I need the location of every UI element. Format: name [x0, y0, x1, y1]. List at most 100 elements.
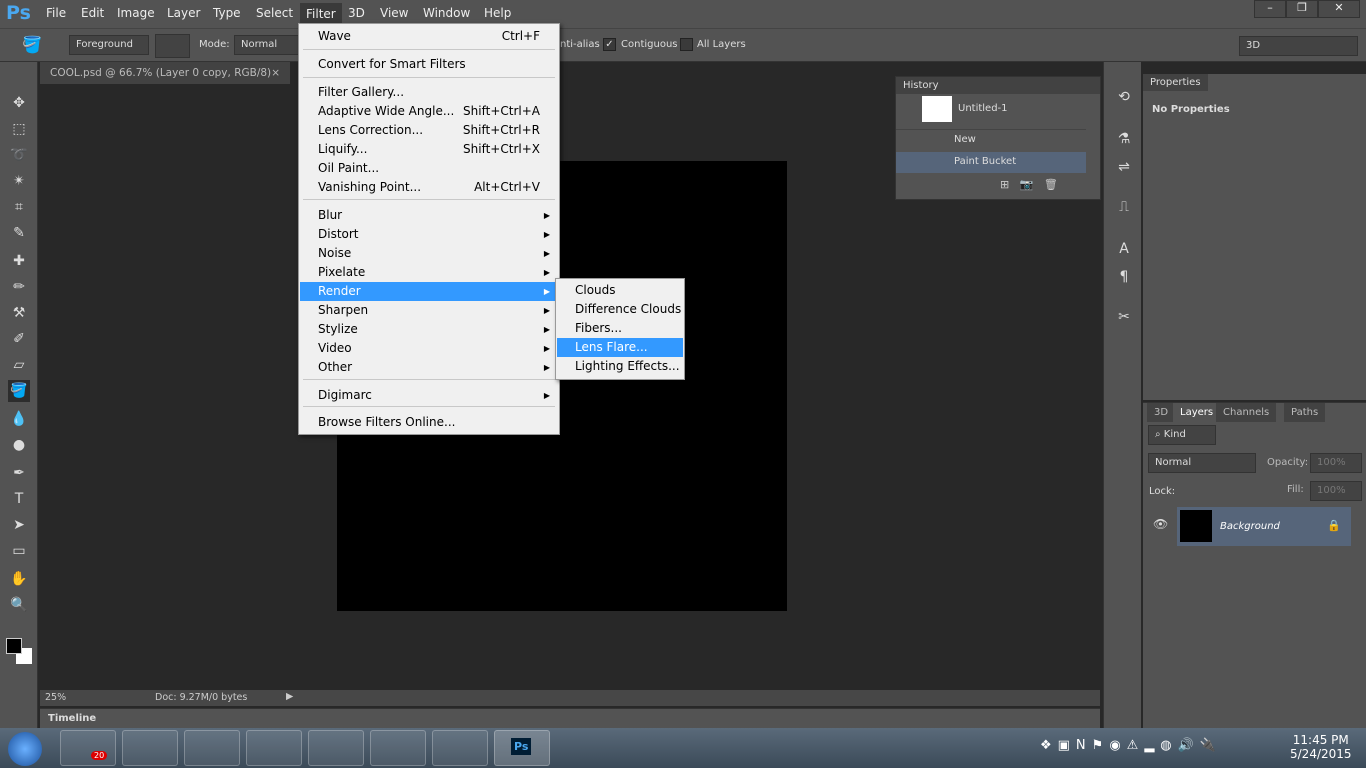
start-button[interactable] — [8, 732, 42, 766]
marquee-tool-icon[interactable]: ⬚ — [8, 118, 30, 140]
brush-presets-icon[interactable]: ⚗ — [1113, 128, 1135, 150]
history-icon[interactable]: ⟲ — [1113, 86, 1135, 108]
taskbar-ie[interactable] — [246, 730, 302, 766]
shape-tool-icon[interactable]: ▭ — [8, 540, 30, 562]
magic-wand-tool-icon[interactable]: ✴ — [8, 170, 30, 192]
history-state-selected[interactable]: Paint Bucket — [896, 152, 1086, 173]
close-tab-icon[interactable]: × — [271, 67, 280, 79]
history-title[interactable]: History — [896, 77, 1100, 94]
render-submenu-item[interactable]: Difference Clouds — [557, 300, 683, 319]
properties-title[interactable]: Properties — [1143, 74, 1208, 91]
menu-view[interactable]: View — [374, 6, 414, 20]
close-button[interactable]: ✕ — [1318, 0, 1360, 18]
tab-layers[interactable]: Layers — [1173, 403, 1221, 422]
history-brush-tool-icon[interactable]: ✐ — [8, 328, 30, 350]
opacity-input[interactable]: 100% — [1310, 453, 1362, 473]
filter-menu-item[interactable]: Convert for Smart Filters — [300, 55, 558, 74]
filter-menu-item[interactable]: Wave Ctrl+F — [300, 27, 558, 46]
new-document-icon[interactable]: ⊞ — [1000, 178, 1009, 191]
taskbar-explorer[interactable] — [308, 730, 364, 766]
paragraph-icon[interactable]: ¶ — [1113, 266, 1135, 288]
layer-filter-select[interactable]: ⌕ Kind — [1148, 425, 1216, 445]
taskbar-photoshop[interactable]: Ps — [494, 730, 550, 766]
fill-source-select[interactable]: Foreground — [69, 35, 149, 55]
trash-icon[interactable]: 🗑 — [1044, 178, 1058, 191]
fill-input[interactable]: 100% — [1310, 481, 1362, 501]
filter-menu-item[interactable]: Stylize ▶ — [300, 320, 558, 339]
zoom-level[interactable]: 25% — [45, 692, 66, 703]
zoom-tool-icon[interactable]: 🔍 — [8, 594, 30, 616]
blend-mode-select[interactable]: Normal — [1148, 453, 1256, 473]
taskbar-app[interactable]: 20 — [60, 730, 116, 766]
paint-bucket-tool-icon[interactable]: 🪣 — [8, 380, 30, 402]
filter-menu-item[interactable]: Vanishing Point... Alt+Ctrl+V — [300, 178, 558, 197]
menu-type[interactable]: Type — [207, 6, 247, 20]
tab-3d[interactable]: 3D — [1147, 403, 1176, 422]
layer-row[interactable]: Background 🔒 — [1177, 507, 1351, 546]
render-submenu-item[interactable]: Lighting Effects... — [557, 357, 683, 376]
blur-tool-icon[interactable]: 💧 — [8, 408, 30, 430]
status-arrow-icon[interactable]: ▶ — [286, 691, 293, 702]
taskbar-app[interactable] — [432, 730, 488, 766]
anti-alias-label[interactable]: nti-alias — [560, 39, 600, 50]
filter-menu-item[interactable]: Sharpen ▶ — [300, 301, 558, 320]
menu-edit[interactable]: Edit — [75, 6, 110, 20]
camera-icon[interactable]: 📷 — [1020, 178, 1034, 191]
tools-icon[interactable]: ✂ — [1113, 306, 1135, 328]
menu-select[interactable]: Select — [250, 6, 299, 20]
workspace-select[interactable]: 3D — [1239, 36, 1358, 56]
menu-window[interactable]: Window — [417, 6, 476, 20]
menu-layer[interactable]: Layer — [161, 6, 206, 20]
brush-tool-icon[interactable]: ✏ — [8, 276, 30, 298]
eyedropper-tool-icon[interactable]: ✎ — [8, 222, 30, 244]
stamp-tool-icon[interactable]: ⚒ — [8, 302, 30, 324]
timeline-tab[interactable]: Timeline — [48, 713, 96, 724]
filter-menu-item[interactable]: Noise ▶ — [300, 244, 558, 263]
foreground-color-swatch[interactable] — [6, 638, 22, 654]
taskbar-chrome[interactable] — [370, 730, 426, 766]
healing-tool-icon[interactable]: ✚ — [8, 250, 30, 272]
filter-menu-item[interactable]: Adaptive Wide Angle... Shift+Ctrl+A — [300, 102, 558, 121]
menu-filter[interactable]: Filter — [300, 3, 342, 25]
menu-file[interactable]: File — [40, 6, 72, 20]
visibility-eye-icon[interactable]: 👁 — [1153, 517, 1168, 531]
restore-button[interactable]: ❐ — [1286, 0, 1318, 18]
path-select-tool-icon[interactable]: ➤ — [8, 514, 30, 536]
render-submenu-item[interactable]: Lens Flare... — [557, 338, 683, 357]
taskbar-app[interactable] — [122, 730, 178, 766]
menu-3d[interactable]: 3D — [342, 6, 371, 20]
render-submenu-item[interactable]: Clouds — [557, 281, 683, 300]
history-state[interactable]: New — [896, 129, 1086, 149]
filter-menu-item[interactable]: Oil Paint... — [300, 159, 558, 178]
filter-menu-item[interactable]: Digimarc ▶ — [300, 386, 558, 405]
filter-menu-item[interactable]: Browse Filters Online... — [300, 413, 558, 432]
render-submenu-item[interactable]: Fibers... — [557, 319, 683, 338]
minimize-button[interactable]: – — [1254, 0, 1286, 18]
filter-menu-item[interactable]: Lens Correction... Shift+Ctrl+R — [300, 121, 558, 140]
document-tab[interactable]: COOL.psd @ 66.7% (Layer 0 copy, RGB/8) × — [40, 62, 290, 84]
filter-menu-item[interactable]: Pixelate ▶ — [300, 263, 558, 282]
contiguous-checkbox[interactable]: ✓ — [603, 38, 616, 51]
filter-menu-item[interactable]: Video ▶ — [300, 339, 558, 358]
filter-menu-item[interactable]: Other ▶ — [300, 358, 558, 377]
system-tray[interactable]: ❖▣N⚑◉⚠▂◍🔊🔌 — [1040, 738, 1222, 753]
tab-channels[interactable]: Channels — [1216, 403, 1277, 422]
filter-menu-item[interactable]: Blur ▶ — [300, 206, 558, 225]
character-icon[interactable]: A — [1113, 238, 1135, 260]
filter-menu-item[interactable]: Render ▶ — [300, 282, 558, 301]
all-layers-checkbox[interactable] — [680, 38, 693, 51]
filter-menu-item[interactable]: Distort ▶ — [300, 225, 558, 244]
menu-help[interactable]: Help — [478, 6, 517, 20]
pattern-picker[interactable] — [155, 34, 190, 58]
tab-paths[interactable]: Paths — [1284, 403, 1326, 422]
paint-bucket-icon[interactable]: 🪣 — [22, 35, 42, 54]
adjust-icon[interactable]: ⇌ — [1113, 156, 1135, 178]
hand-tool-icon[interactable]: ✋ — [8, 568, 30, 590]
lasso-tool-icon[interactable]: ➰ — [8, 144, 30, 166]
clone-source-icon[interactable]: ⎍ — [1113, 196, 1135, 218]
snapshot-label[interactable]: Untitled-1 — [958, 103, 1008, 114]
menu-image[interactable]: Image — [111, 6, 161, 20]
pen-tool-icon[interactable]: ✒ — [8, 462, 30, 484]
move-tool-icon[interactable]: ✥ — [8, 92, 30, 114]
crop-tool-icon[interactable]: ⌗ — [8, 196, 30, 218]
